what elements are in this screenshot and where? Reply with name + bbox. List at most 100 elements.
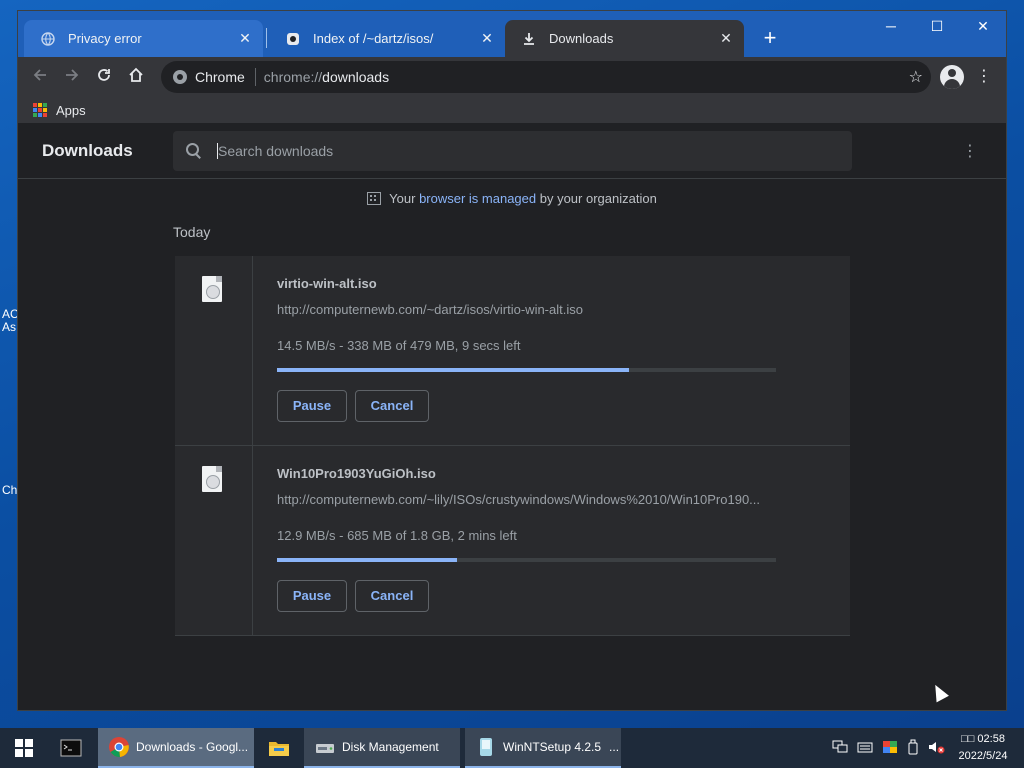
more-actions-icon[interactable]: ⋮ bbox=[962, 141, 978, 161]
url-scheme: chrome:// bbox=[263, 69, 323, 85]
taskbar-label: WinNTSetup 4.2.5 bbox=[503, 740, 602, 754]
managed-prefix: Your bbox=[389, 191, 420, 206]
close-tab-icon[interactable]: ✕ bbox=[237, 30, 253, 47]
taskbar-chrome[interactable]: Downloads - Googl... bbox=[98, 728, 254, 768]
download-url[interactable]: http://computernewb.com/~lily/ISOs/crust… bbox=[277, 492, 777, 507]
home-button[interactable] bbox=[122, 63, 150, 91]
file-icon-column bbox=[175, 256, 253, 445]
url-text: chrome://downloads bbox=[256, 69, 389, 85]
forward-button[interactable] bbox=[58, 63, 86, 91]
tab-strip: Privacy error ✕ Index of /~dartz/isos/ ✕… bbox=[18, 11, 1006, 57]
back-arrow-icon bbox=[33, 69, 46, 81]
security-chip[interactable]: Chrome bbox=[161, 68, 256, 86]
date-section-label: Today bbox=[173, 224, 211, 240]
cancel-button[interactable]: Cancel bbox=[355, 580, 429, 612]
chip-label: Chrome bbox=[195, 69, 245, 85]
close-tab-icon[interactable]: ✕ bbox=[479, 30, 495, 47]
winntsetup-icon bbox=[480, 738, 492, 756]
folder-icon bbox=[269, 742, 289, 756]
browser-toolbar: Chrome chrome://downloads ☆ ⋮ bbox=[18, 57, 1006, 97]
clock-date: 2022/5/24 bbox=[958, 750, 1008, 762]
pause-button[interactable]: Pause bbox=[277, 580, 347, 612]
managed-suffix: by your organization bbox=[536, 191, 657, 206]
page-title: Downloads bbox=[42, 141, 133, 160]
download-icon bbox=[521, 31, 537, 47]
search-box[interactable] bbox=[173, 131, 852, 171]
tab-divider bbox=[266, 28, 267, 48]
taskbar-overflow: ... bbox=[609, 740, 620, 754]
taskbar-label: Downloads - Googl... bbox=[136, 740, 249, 754]
taskbar-disk-management[interactable]: Disk Management bbox=[304, 728, 460, 768]
apps-grid-icon[interactable] bbox=[33, 103, 47, 117]
tab-title: Index of /~dartz/isos/ bbox=[313, 31, 434, 46]
system-clock[interactable]: □□ 02:58 2022/5/24 bbox=[950, 731, 1016, 765]
download-filename[interactable]: virtio-win-alt.iso bbox=[277, 276, 377, 291]
reload-button[interactable] bbox=[90, 63, 118, 91]
download-filename[interactable]: Win10Pro1903YuGiOh.iso bbox=[277, 466, 436, 481]
maximize-button[interactable]: ☐ bbox=[914, 11, 960, 41]
disc-file-icon bbox=[202, 276, 222, 302]
tab-index-of-isos[interactable]: Index of /~dartz/isos/ ✕ bbox=[269, 20, 505, 57]
address-bar[interactable]: Chrome chrome://downloads ☆ bbox=[161, 61, 931, 93]
bookmarks-bar: Apps bbox=[18, 97, 1006, 123]
home-icon bbox=[129, 67, 143, 82]
taskbar-winntsetup[interactable]: WinNTSetup 4.2.5 ... bbox=[465, 728, 621, 768]
system-tray bbox=[832, 728, 946, 768]
chrome-icon bbox=[173, 70, 187, 84]
download-status: 14.5 MB/s - 338 MB of 479 MB, 9 secs lef… bbox=[277, 338, 521, 353]
reload-icon bbox=[98, 69, 110, 81]
profile-avatar-icon[interactable] bbox=[940, 65, 964, 89]
downloads-header: Downloads ⋮ bbox=[18, 123, 1006, 179]
browser-window: Privacy error ✕ Index of /~dartz/isos/ ✕… bbox=[17, 10, 1007, 711]
start-button[interactable] bbox=[0, 728, 48, 768]
close-tab-icon[interactable]: ✕ bbox=[718, 30, 734, 47]
site-favicon-icon bbox=[285, 31, 301, 47]
bookmark-star-icon[interactable]: ☆ bbox=[909, 67, 923, 87]
minimize-button[interactable]: ─ bbox=[868, 11, 914, 41]
cancel-button[interactable]: Cancel bbox=[355, 390, 429, 422]
search-input[interactable] bbox=[218, 143, 818, 159]
url-host: downloads bbox=[322, 69, 390, 85]
disk-management-icon bbox=[316, 744, 334, 753]
progress-fill bbox=[277, 558, 457, 562]
progress-fill bbox=[277, 368, 630, 372]
terminal-icon bbox=[60, 739, 82, 757]
download-item: virtio-win-alt.iso http://computernewb.c… bbox=[175, 256, 850, 446]
keyboard-icon[interactable] bbox=[857, 741, 873, 756]
search-icon bbox=[185, 142, 203, 160]
desktop-label-fragment: Ch bbox=[2, 483, 18, 497]
disc-file-icon bbox=[202, 466, 222, 492]
usb-device-icon[interactable] bbox=[907, 739, 919, 758]
clock-prefix: □□ bbox=[961, 733, 975, 745]
managed-notice: Your browser is managed by your organiza… bbox=[18, 191, 1006, 206]
download-item: Win10Pro1903YuGiOh.iso http://computerne… bbox=[175, 446, 850, 636]
building-icon bbox=[367, 192, 382, 205]
volume-muted-icon[interactable] bbox=[928, 740, 946, 757]
file-icon-column bbox=[175, 446, 253, 635]
tab-downloads[interactable]: Downloads ✕ bbox=[505, 20, 744, 57]
taskbar: Downloads - Googl... Disk Management Win… bbox=[0, 728, 1024, 768]
download-url[interactable]: http://computernewb.com/~dartz/isos/virt… bbox=[277, 302, 777, 317]
network-icon[interactable] bbox=[832, 740, 848, 757]
taskbar-label: Disk Management bbox=[342, 740, 439, 754]
new-tab-button[interactable]: + bbox=[756, 25, 784, 53]
managed-link[interactable]: browser is managed bbox=[419, 191, 536, 206]
browser-menu-icon[interactable]: ⋮ bbox=[974, 67, 994, 87]
pause-button[interactable]: Pause bbox=[277, 390, 347, 422]
download-progress-bar bbox=[277, 368, 776, 372]
apps-shortcut[interactable]: Apps bbox=[56, 103, 86, 118]
back-button[interactable] bbox=[26, 63, 54, 91]
tab-title: Privacy error bbox=[68, 31, 142, 46]
taskbar-file-explorer[interactable] bbox=[256, 728, 302, 768]
tab-title: Downloads bbox=[549, 31, 614, 46]
download-progress-bar bbox=[277, 558, 776, 562]
taskbar-terminal[interactable] bbox=[48, 728, 96, 768]
tab-privacy-error[interactable]: Privacy error ✕ bbox=[24, 20, 263, 57]
globe-icon bbox=[40, 31, 56, 47]
close-window-button[interactable]: ✕ bbox=[960, 11, 1006, 41]
color-display-icon[interactable] bbox=[882, 740, 898, 757]
download-status: 12.9 MB/s - 685 MB of 1.8 GB, 2 mins lef… bbox=[277, 528, 517, 543]
clock-time: 02:58 bbox=[977, 733, 1005, 745]
forward-arrow-icon bbox=[66, 69, 79, 81]
windows-logo-icon bbox=[15, 739, 33, 757]
